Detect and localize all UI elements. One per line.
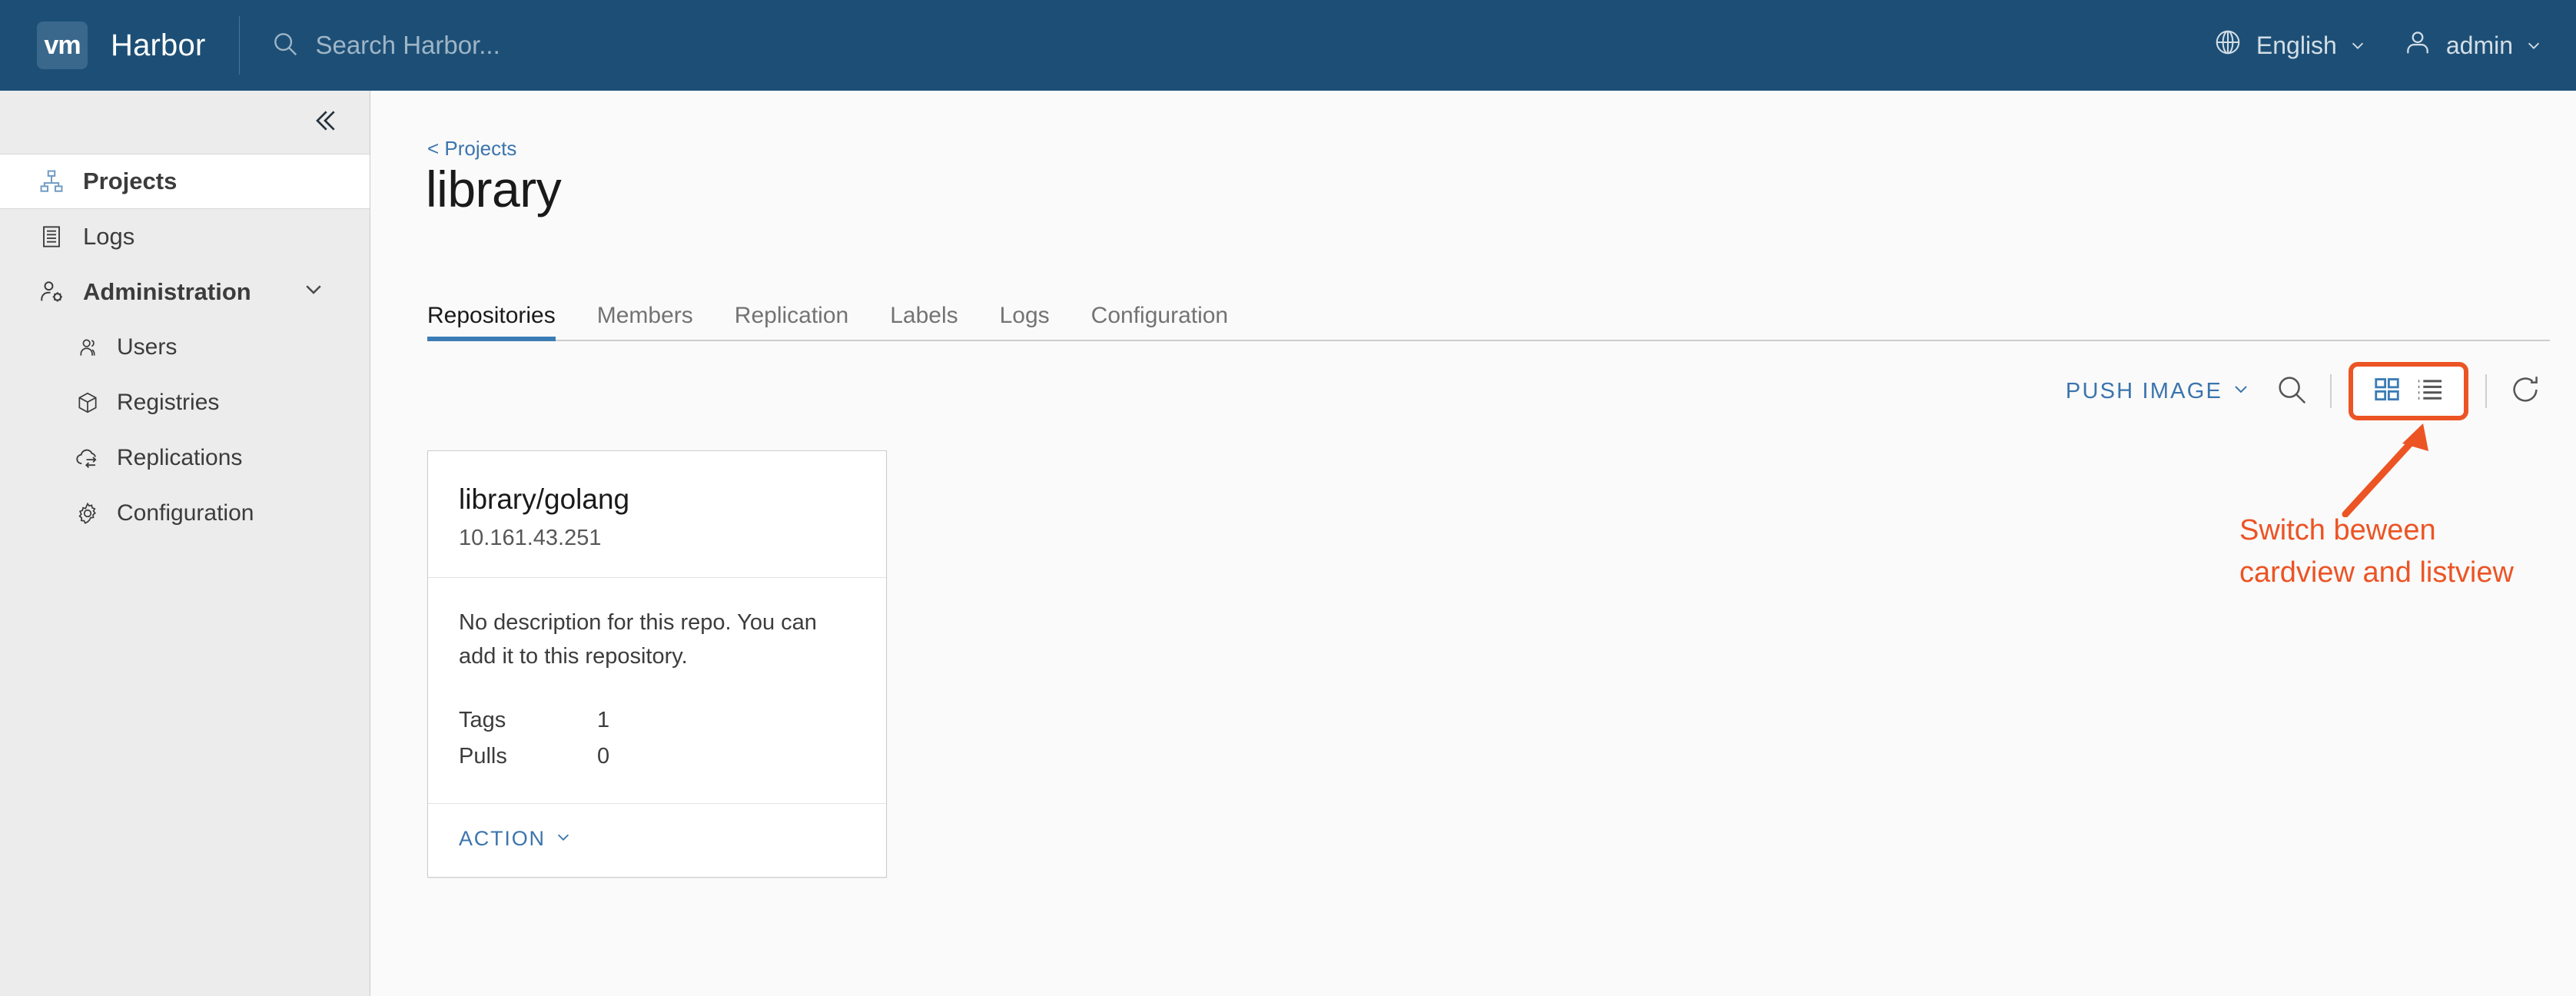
repository-card-footer: ACTION [428, 804, 886, 877]
search-input[interactable] [315, 31, 854, 60]
chevron-down-icon [2525, 32, 2542, 60]
annotation-text: Switch beween cardview and listview [2239, 514, 2514, 589]
action-button[interactable]: ACTION [459, 827, 572, 851]
tab-replication[interactable]: Replication [735, 303, 848, 340]
app-header: vm Harbor English [0, 0, 2576, 91]
stat-label: Pulls [459, 744, 507, 769]
search-icon [271, 29, 300, 62]
language-label: English [2256, 31, 2337, 59]
projects-icon [37, 168, 66, 194]
chevron-down-icon [555, 827, 572, 851]
sidebar-item-label: Administration [83, 278, 251, 305]
sidebar-item-projects[interactable]: Projects [0, 154, 370, 209]
chevron-down-icon[interactable] [302, 277, 325, 307]
tab-logs[interactable]: Logs [1000, 303, 1050, 340]
toolbar-separator [2485, 374, 2487, 408]
repository-name[interactable]: library/golang [459, 483, 855, 516]
view-mode-toggle[interactable] [2349, 362, 2468, 420]
sidebar-item-replications[interactable]: Replications [0, 430, 370, 486]
user-label: admin [2445, 31, 2513, 59]
action-label: ACTION [459, 827, 546, 851]
registries-icon [74, 390, 101, 415]
tab-labels[interactable]: Labels [890, 303, 958, 340]
repositories-toolbar: PUSH IMAGE [2066, 362, 2547, 420]
sidebar-item-logs[interactable]: Logs [0, 209, 370, 264]
repository-description: No description for this repo. You can ad… [459, 609, 817, 669]
repository-card-header: library/golang 10.161.43.251 [428, 451, 886, 578]
sidebar-item-label: Logs [83, 223, 135, 250]
search-repositories-button[interactable] [2270, 370, 2313, 413]
stat-value: 0 [597, 744, 610, 769]
user-icon [2403, 28, 2432, 63]
list-view-button[interactable] [2408, 373, 2452, 410]
app-title: Harbor [111, 28, 206, 62]
push-image-label: PUSH IMAGE [2065, 378, 2222, 403]
sidebar-item-label: Projects [83, 168, 178, 194]
registry-host: 10.161.43.251 [459, 525, 602, 550]
sidebar-item-label: Configuration [117, 500, 254, 526]
card-view-button[interactable] [2365, 373, 2408, 410]
header-divider [239, 16, 241, 75]
push-image-button[interactable]: PUSH IMAGE [2066, 379, 2250, 404]
brand[interactable]: vm Harbor [0, 0, 205, 91]
annotation-arrow-icon [2322, 417, 2461, 518]
sidebar-collapse-button[interactable] [0, 91, 370, 154]
sidebar: Projects Logs Administration Users Regis… [0, 91, 370, 996]
users-icon [74, 335, 101, 360]
stat-row: Pulls 0 [459, 744, 855, 769]
page-title: library [426, 161, 562, 217]
administration-icon [37, 279, 66, 305]
chevron-down-icon [2349, 32, 2366, 60]
sidebar-item-users[interactable]: Users [0, 320, 370, 375]
configuration-icon [74, 501, 101, 526]
tab-repositories[interactable]: Repositories [427, 303, 556, 341]
logs-icon [37, 224, 66, 249]
repository-card[interactable]: library/golang 10.161.43.251 No descript… [427, 450, 887, 878]
replications-icon [74, 445, 101, 471]
main-content: < Projects library Repositories Members … [371, 91, 2576, 996]
search-icon [2274, 372, 2309, 411]
breadcrumb[interactable]: < Projects [427, 137, 516, 161]
stat-label: Tags [459, 708, 506, 733]
tab-bar: Repositories Members Replication Labels … [427, 303, 2550, 341]
globe-icon [2213, 28, 2242, 63]
sidebar-item-label: Users [117, 334, 178, 360]
sidebar-item-registries[interactable]: Registries [0, 375, 370, 430]
refresh-button[interactable] [2504, 370, 2547, 413]
header-actions: English admin [2176, 0, 2542, 91]
repository-card-body: No description for this repo. You can ad… [428, 578, 886, 805]
vmware-logo-icon: vm [37, 22, 88, 69]
chevron-down-icon [2232, 379, 2250, 404]
list-view-icon [2415, 375, 2445, 408]
double-chevron-left-icon [310, 105, 340, 140]
grid-view-icon [2372, 375, 2402, 408]
repository-stats: Tags 1 Pulls 0 [459, 708, 855, 769]
global-search[interactable] [271, 29, 854, 62]
sidebar-item-label: Registries [117, 390, 220, 415]
vmware-logo-text: vm [44, 30, 81, 60]
sidebar-item-administration[interactable]: Administration [0, 264, 370, 320]
tab-configuration[interactable]: Configuration [1091, 303, 1228, 340]
sidebar-item-configuration[interactable]: Configuration [0, 486, 370, 541]
language-selector[interactable]: English [2213, 28, 2366, 63]
stat-value: 1 [597, 708, 610, 733]
tab-members[interactable]: Members [597, 303, 693, 340]
toolbar-separator [2330, 374, 2332, 408]
stat-row: Tags 1 [459, 708, 855, 733]
refresh-icon [2508, 372, 2543, 411]
sidebar-item-label: Replications [117, 445, 243, 470]
user-menu[interactable]: admin [2403, 28, 2542, 63]
